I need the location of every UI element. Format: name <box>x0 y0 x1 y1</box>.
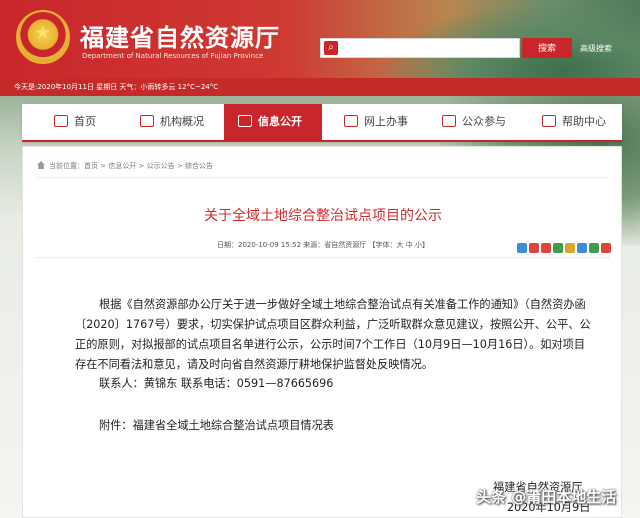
site-title[interactable]: 福建省自然资源厅 <box>80 18 280 53</box>
site-subtitle: Department of Natural Resources of Fujia… <box>82 52 264 60</box>
nav-item-organization[interactable]: 机构概况 <box>134 104 230 140</box>
document-icon <box>238 115 252 127</box>
share-icon[interactable] <box>601 243 611 253</box>
article-body: 根据《自然资源部办公厅关于进一步做好全域土地综合整治试点有关准备工作的通知》（自… <box>75 298 591 371</box>
date-weather-bar: 今天是:2020年10月11日 星期日 天气：小雨转多云 12°C~24°C <box>0 78 640 96</box>
building-icon <box>140 115 154 127</box>
main-nav: 首页 机构概况 信息公开 网上办事 公众参与 帮助中心 <box>22 104 622 142</box>
share-icons <box>515 238 611 253</box>
article-panel: 当前位置：首页 > 信息公开 > 公示公告 > 综合公告 关于全域土地综合整治试… <box>22 146 622 518</box>
share-icon[interactable] <box>517 243 527 253</box>
attachment-link[interactable]: 附件：福建省全域土地综合整治试点项目情况表 <box>75 417 334 433</box>
home-icon <box>54 115 68 127</box>
watermark-text: 头条 @莆田本地生活 <box>476 488 617 506</box>
nav-item-help-center[interactable]: 帮助中心 <box>540 104 622 140</box>
share-icon[interactable] <box>565 243 575 253</box>
share-icon[interactable] <box>529 243 539 253</box>
article-meta: 日期：2020-10-09 15:52 来源：省自然资源厅 【字体：大 中 小】 <box>217 241 429 249</box>
nav-label: 信息公开 <box>258 115 302 128</box>
help-icon <box>542 115 556 127</box>
site-header: ★ 福建省自然资源厅 Department of Natural Resourc… <box>0 0 640 78</box>
monitor-icon <box>344 115 358 127</box>
location-icon <box>37 161 45 169</box>
search-icon: ⌕ <box>324 41 338 55</box>
breadcrumb-text[interactable]: 当前位置：首页 > 信息公开 > 公示公告 > 综合公告 <box>49 162 213 170</box>
share-icon[interactable] <box>577 243 587 253</box>
advanced-search-link[interactable]: 高级搜索 <box>580 43 612 54</box>
divider <box>37 257 609 258</box>
nav-label: 帮助中心 <box>562 115 606 128</box>
nav-label: 公众参与 <box>462 115 506 128</box>
nav-item-online-service[interactable]: 网上办事 <box>340 104 440 140</box>
breadcrumb: 当前位置：首页 > 信息公开 > 公示公告 > 综合公告 <box>37 161 213 171</box>
people-icon <box>442 115 456 127</box>
nav-label: 首页 <box>74 115 96 128</box>
article-title: 关于全域土地综合整治试点项目的公示 <box>204 208 442 224</box>
divider <box>37 177 609 178</box>
nav-label: 机构概况 <box>160 115 204 128</box>
search-button[interactable]: 搜索 <box>522 38 572 58</box>
date-weather-text: 今天是:2020年10月11日 星期日 天气：小雨转多云 12°C~24°C <box>14 83 219 91</box>
contact-info: 联系人：黄锦东 联系电话：0591—87665696 <box>99 377 334 390</box>
share-icon[interactable] <box>553 243 563 253</box>
nav-item-info-disclosure[interactable]: 信息公开 <box>224 104 322 140</box>
share-icon[interactable] <box>541 243 551 253</box>
share-icon[interactable] <box>589 243 599 253</box>
nav-label: 网上办事 <box>364 115 408 128</box>
nav-item-home[interactable]: 首页 <box>46 104 126 140</box>
national-emblem-icon: ★ <box>16 10 70 64</box>
search-input[interactable] <box>320 38 520 58</box>
nav-item-public-participation[interactable]: 公众参与 <box>440 104 540 140</box>
